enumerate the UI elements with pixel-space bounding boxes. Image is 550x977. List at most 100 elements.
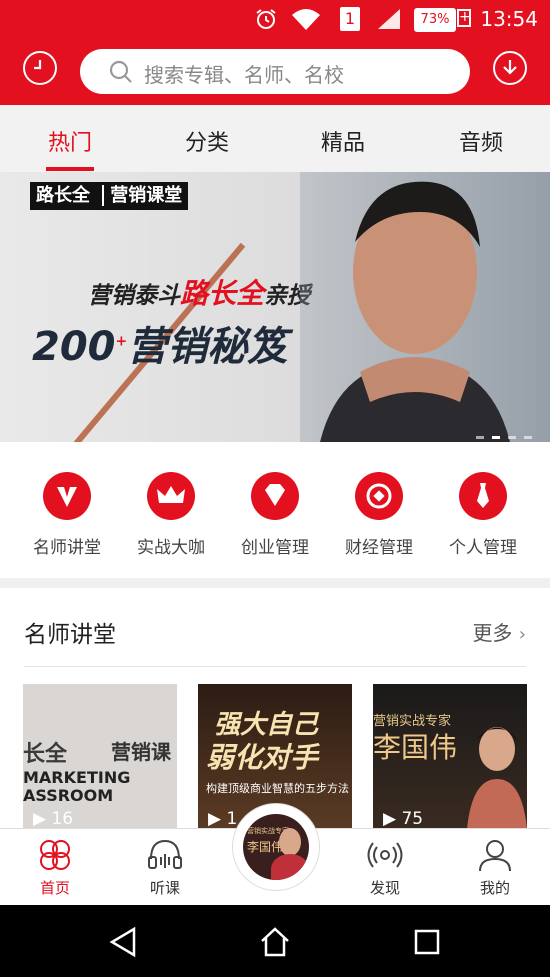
coin-icon bbox=[355, 472, 403, 520]
headphones-icon bbox=[148, 839, 182, 869]
shortcut-label: 个人管理 bbox=[449, 538, 517, 558]
card-overlay-1: 长全 bbox=[23, 742, 68, 767]
banner-dot bbox=[475, 436, 484, 439]
banner-line1-name: 路长全 bbox=[180, 277, 265, 310]
broadcast-icon bbox=[367, 842, 403, 868]
banner-line2-text: 营销秘笈 bbox=[127, 324, 288, 370]
tab-audio[interactable]: 音频 bbox=[441, 125, 521, 157]
banner-dot-active bbox=[491, 436, 500, 439]
banner-dot bbox=[507, 436, 516, 439]
more-link[interactable]: 更多 › bbox=[472, 617, 526, 646]
history-button[interactable] bbox=[23, 51, 57, 85]
thumb-name: 李国伟 bbox=[247, 840, 284, 854]
play-count: ▶ 1 bbox=[208, 809, 237, 829]
play-count-value: 1 bbox=[226, 809, 238, 829]
wifi-icon bbox=[292, 9, 320, 30]
course-card[interactable]: 营销实战专家 李国伟 ▶ 75 bbox=[373, 684, 527, 829]
banner-portrait bbox=[300, 172, 550, 442]
play-count-value: 16 bbox=[51, 809, 74, 829]
battery-charge-icon: + bbox=[457, 9, 471, 27]
shortcut-label: 实战大咖 bbox=[137, 538, 205, 558]
person-icon bbox=[479, 840, 511, 872]
banner-brand-logo: 路长全 营销课堂 bbox=[30, 182, 189, 210]
sim-icon: 1 bbox=[340, 7, 360, 31]
more-label: 更多 bbox=[472, 621, 513, 645]
tab-premium[interactable]: 精品 bbox=[303, 125, 383, 157]
play-count: ▶ 75 bbox=[383, 809, 423, 829]
search-input[interactable]: 搜索专辑、名师、名校 bbox=[80, 49, 470, 94]
card-overlay-2: 营销课 bbox=[111, 740, 171, 764]
promo-banner[interactable]: 路长全 营销课堂 营销泰斗路长全亲授 200+营销秘笈 bbox=[0, 172, 550, 442]
card-overlay-3: MARKETING bbox=[23, 768, 131, 787]
tie-icon bbox=[459, 472, 507, 520]
back-icon[interactable] bbox=[106, 925, 140, 959]
search-icon bbox=[109, 60, 132, 83]
crown-icon bbox=[147, 472, 195, 520]
section-line bbox=[24, 666, 526, 667]
battery-level: 73% bbox=[414, 8, 456, 32]
now-playing-button[interactable]: 营销实战专家 李国伟 bbox=[232, 803, 320, 891]
chevron-right-icon: › bbox=[518, 624, 526, 645]
bottom-tab-listen[interactable]: 听课 bbox=[120, 829, 210, 906]
play-icon: ▶ bbox=[383, 809, 402, 829]
thumb-portrait bbox=[279, 828, 301, 856]
card-overlay-2: 李国伟 bbox=[373, 731, 458, 764]
home-icon[interactable] bbox=[258, 925, 292, 959]
status-bar: 1 73% + 13:54 bbox=[0, 0, 550, 38]
play-icon: ▶ bbox=[208, 809, 227, 829]
shortcut-experts[interactable]: 实战大咖 bbox=[126, 472, 216, 558]
section-divider bbox=[0, 578, 550, 588]
banner-line2-num: 200 bbox=[32, 324, 116, 370]
banner-dot bbox=[524, 436, 532, 439]
play-icon: ▶ bbox=[33, 809, 52, 829]
signal-icon bbox=[378, 9, 400, 29]
card-overlay-2: 弱化对手 bbox=[206, 741, 319, 774]
active-tab-indicator bbox=[46, 167, 94, 171]
system-nav-bar bbox=[0, 905, 550, 977]
play-count: ▶ 16 bbox=[33, 809, 73, 829]
tab-category[interactable]: 分类 bbox=[167, 125, 247, 157]
clock-time: 13:54 bbox=[480, 7, 538, 31]
top-tabs: 热门 分类 精品 音频 bbox=[0, 105, 550, 173]
app-header: 搜索专辑、名师、名校 bbox=[0, 38, 550, 105]
play-count-value: 75 bbox=[401, 809, 424, 829]
shortcut-label: 财经管理 bbox=[345, 538, 413, 558]
shortcut-label: 创业管理 bbox=[241, 538, 309, 558]
now-playing-thumb: 营销实战专家 李国伟 bbox=[243, 814, 309, 880]
shortcut-startup[interactable]: 创业管理 bbox=[230, 472, 320, 558]
shortcut-label: 名师讲堂 bbox=[33, 538, 101, 558]
course-card[interactable]: 长全 营销课 MARKETING ASSROOM ▶ 16 bbox=[23, 684, 177, 829]
bottom-tab-label: 我的 bbox=[479, 879, 510, 897]
banner-line2-sup: + bbox=[115, 333, 128, 350]
banner-headline-2: 200+营销秘笈 bbox=[32, 314, 287, 372]
diamond-icon bbox=[251, 472, 299, 520]
banner-page-dots bbox=[473, 424, 532, 442]
battery-icon: 73% + bbox=[414, 8, 471, 32]
card-overlay-4: ASSROOM bbox=[23, 786, 114, 805]
bottom-tab-label: 首页 bbox=[39, 879, 70, 897]
banner-headline-1: 营销泰斗路长全亲授 bbox=[88, 272, 310, 312]
search-placeholder: 搜索专辑、名师、名校 bbox=[144, 63, 344, 87]
category-shortcuts: 名师讲堂 实战大咖 创业管理 财经管理 个人管理 bbox=[0, 442, 550, 578]
section-title: 名师讲堂 bbox=[24, 622, 116, 648]
card-portrait bbox=[467, 727, 527, 829]
v-icon bbox=[43, 472, 91, 520]
bottom-tab-me[interactable]: 我的 bbox=[450, 829, 540, 906]
bottom-tab-label: 听课 bbox=[149, 879, 180, 897]
alarm-icon bbox=[256, 9, 276, 29]
recents-icon[interactable] bbox=[410, 925, 444, 959]
banner-line1-pre: 营销泰斗 bbox=[88, 283, 180, 309]
clock-icon bbox=[34, 60, 42, 70]
bottom-tab-discover[interactable]: 发现 bbox=[340, 829, 430, 906]
download-button[interactable] bbox=[493, 51, 527, 85]
tab-hot[interactable]: 热门 bbox=[30, 125, 110, 157]
banner-brand-tag: 营销课堂 bbox=[102, 185, 183, 206]
thumb-clothes bbox=[271, 854, 309, 880]
banner-brand: 路长全 bbox=[36, 185, 90, 206]
clover-icon bbox=[40, 840, 70, 870]
shortcut-personal[interactable]: 个人管理 bbox=[438, 472, 528, 558]
shortcut-famous-teachers[interactable]: 名师讲堂 bbox=[22, 472, 112, 558]
shortcut-finance[interactable]: 财经管理 bbox=[334, 472, 424, 558]
download-icon bbox=[503, 60, 517, 75]
bottom-tab-home[interactable]: 首页 bbox=[10, 829, 100, 906]
